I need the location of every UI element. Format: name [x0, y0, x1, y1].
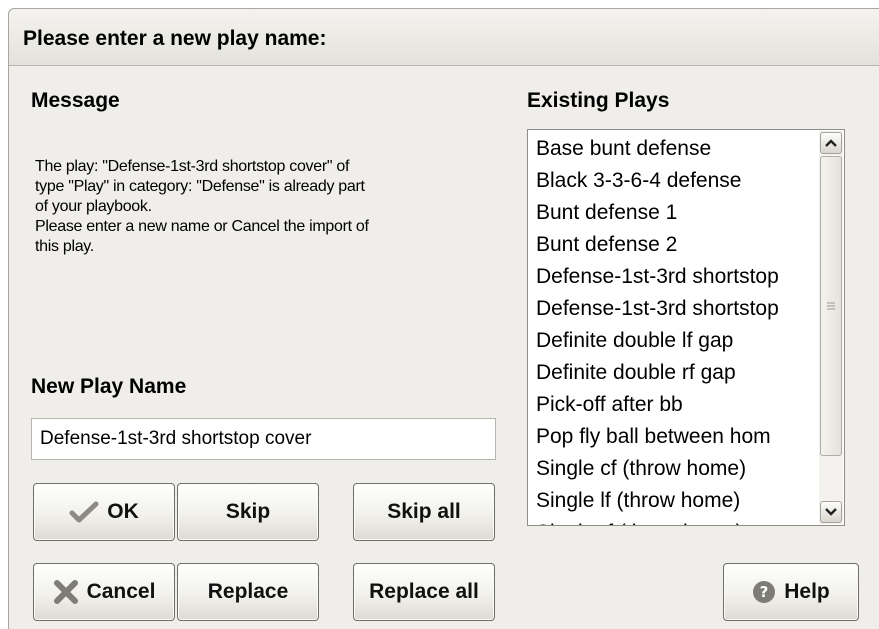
- question-icon: ?: [752, 580, 776, 604]
- existing-plays-items: Base bunt defense Black 3-3-6-4 defense Bu…: [528, 133, 818, 525]
- existing-plays-heading: Existing Plays: [527, 89, 670, 112]
- list-item[interactable]: Defense-1st-3rd shortstop: [528, 293, 818, 325]
- cancel-label: Cancel: [86, 580, 156, 603]
- list-item[interactable]: Single lf (throw home): [528, 485, 818, 517]
- list-item[interactable]: Single cf (throw home): [528, 453, 818, 485]
- skip-button[interactable]: Skip: [177, 483, 319, 541]
- new-play-name-label: New Play Name: [31, 375, 187, 398]
- list-item[interactable]: Bunt defense 1: [528, 197, 818, 229]
- list-item[interactable]: Base bunt defense: [528, 133, 818, 165]
- replace-label: Replace: [207, 580, 289, 603]
- chevron-up-icon: [825, 139, 837, 147]
- existing-plays-list[interactable]: Base bunt defense Black 3-3-6-4 defense Bu…: [527, 129, 845, 526]
- svg-text:?: ?: [760, 583, 769, 601]
- list-item[interactable]: Definite double lf gap: [528, 325, 818, 357]
- replace-button[interactable]: Replace: [177, 563, 319, 621]
- import-play-dialog: Please enter a new play name: Message Th…: [8, 8, 879, 629]
- list-item[interactable]: Defense-1st-3rd shortstop: [528, 261, 818, 293]
- scroll-thumb[interactable]: [820, 156, 842, 456]
- new-play-name-input[interactable]: Defense-1st-3rd shortstop cover: [31, 418, 496, 460]
- help-button[interactable]: ? Help: [723, 563, 859, 621]
- scroll-up-button[interactable]: [820, 132, 842, 154]
- help-label: Help: [784, 580, 830, 603]
- replace-all-label: Replace all: [369, 580, 479, 603]
- skip-all-button[interactable]: Skip all: [353, 483, 495, 541]
- grip-icon: [827, 302, 835, 310]
- cancel-button[interactable]: Cancel: [33, 563, 175, 621]
- replace-all-button[interactable]: Replace all: [353, 563, 495, 621]
- list-item[interactable]: Pop fly ball between hom: [528, 421, 818, 453]
- message-text: The play: "Defense-1st-3rd shortstop cov…: [35, 158, 369, 255]
- list-item[interactable]: Single rf (throw home): [528, 517, 818, 525]
- skip-all-label: Skip all: [387, 500, 461, 523]
- list-item[interactable]: Pick-off after bb: [528, 389, 818, 421]
- list-item[interactable]: Black 3-3-6-4 defense: [528, 165, 818, 197]
- ok-label: OK: [107, 500, 139, 523]
- scroll-down-button[interactable]: [820, 501, 842, 523]
- x-icon: [53, 579, 79, 605]
- check-icon: [69, 500, 99, 524]
- list-item[interactable]: Definite double rf gap: [528, 357, 818, 389]
- dialog-title: Please enter a new play name:: [23, 27, 327, 50]
- list-item[interactable]: Bunt defense 2: [528, 229, 818, 261]
- message-heading: Message: [31, 89, 120, 112]
- ok-button[interactable]: OK: [33, 483, 175, 541]
- skip-label: Skip: [225, 500, 271, 523]
- dialog-titlebar: Please enter a new play name:: [9, 9, 879, 66]
- chevron-down-icon: [825, 508, 837, 516]
- list-scrollbar[interactable]: [819, 131, 843, 524]
